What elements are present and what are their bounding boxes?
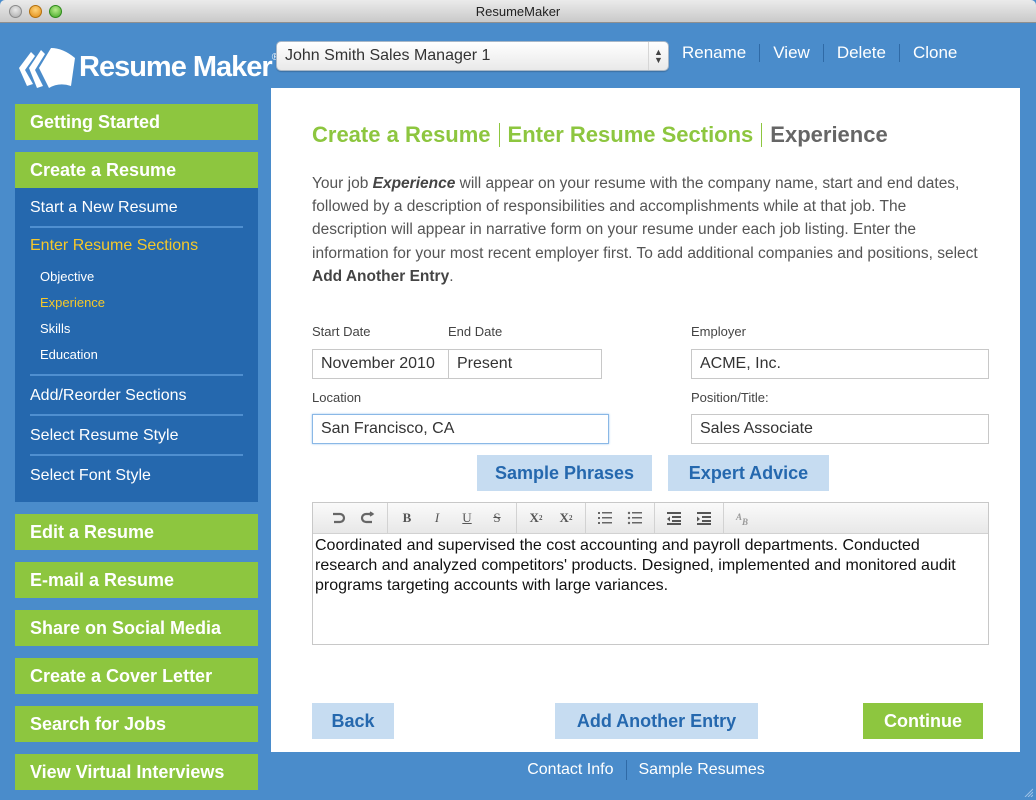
expert-advice-button[interactable]: Expert Advice (668, 455, 829, 491)
description-textarea[interactable]: Coordinated and supervised the cost acco… (313, 534, 988, 598)
resume-actions: Rename View Delete Clone (682, 43, 957, 63)
breadcrumb-divider (498, 123, 500, 147)
logo-pages-icon (19, 48, 75, 88)
subnav-enter-sections: Enter Resume Sections Objective Experien… (30, 228, 243, 376)
strikethrough-icon[interactable]: S (482, 506, 512, 530)
breadcrumb-enter-sections[interactable]: Enter Resume Sections (508, 122, 754, 148)
divider (625, 760, 627, 780)
subscript-icon[interactable]: X2 (521, 506, 551, 530)
subnav-enter-resume-sections[interactable]: Enter Resume Sections (30, 228, 243, 264)
contact-info-link[interactable]: Contact Info (527, 761, 613, 779)
resume-maker-logo: Resume Maker ® (15, 42, 279, 92)
toolbar-group-format: B I U S (388, 503, 517, 533)
logo-text: Resume Maker (79, 50, 273, 83)
subnav-add-reorder-sections[interactable]: Add/Reorder Sections (30, 376, 243, 416)
toolbar-group-script: X2 X2 (517, 503, 586, 533)
resize-grip-icon[interactable] (1023, 787, 1033, 797)
subnav-skills[interactable]: Skills (30, 316, 243, 342)
delete-link[interactable]: Delete (837, 43, 886, 63)
subnav-experience[interactable]: Experience (30, 290, 243, 316)
back-button[interactable]: Back (312, 703, 394, 739)
sidebar-item-email-resume[interactable]: E-mail a Resume (15, 562, 258, 598)
subnav-objective[interactable]: Objective (30, 264, 243, 290)
subnav-start-new-resume[interactable]: Start a New Resume (30, 188, 243, 228)
underline-icon[interactable]: U (452, 506, 482, 530)
view-link[interactable]: View (773, 43, 810, 63)
italic-icon[interactable]: I (422, 506, 452, 530)
end-date-label: End Date (448, 324, 503, 339)
breadcrumb-create-resume[interactable]: Create a Resume (312, 122, 491, 148)
sidebar-item-cover-letter[interactable]: Create a Cover Letter (15, 658, 258, 694)
intro-strong: Add Another Entry (312, 267, 450, 285)
toolbar-group-spell: AB (724, 503, 762, 533)
sidebar-item-create-resume[interactable]: Create a Resume (15, 152, 258, 188)
svg-text:A: A (735, 512, 742, 522)
create-resume-subnav: Start a New Resume Enter Resume Sections… (15, 188, 258, 502)
sidebar-item-getting-started[interactable]: Getting Started (15, 104, 258, 140)
resume-select[interactable]: John Smith Sales Manager 1 ▲ ▼ (276, 41, 669, 71)
subnav-education[interactable]: Education (30, 342, 243, 368)
editor-toolbar: B I U S X2 X2 A B (313, 503, 988, 534)
intro-part: . (449, 267, 454, 285)
superscript-icon[interactable]: X2 (551, 506, 581, 530)
add-another-entry-button[interactable]: Add Another Entry (555, 703, 758, 739)
svg-text:B: B (741, 517, 748, 526)
select-arrows-icon: ▲ ▼ (648, 42, 668, 70)
indent-icon[interactable] (689, 506, 719, 530)
sample-resumes-link[interactable]: Sample Resumes (639, 761, 765, 779)
toolbar-group-indent (655, 503, 724, 533)
main-panel: Create a Resume Enter Resume Sections Ex… (271, 88, 1020, 752)
divider (822, 44, 824, 62)
intro-emphasis: Experience (372, 175, 456, 192)
window-title: ResumeMaker (475, 4, 561, 19)
intro-text: Your job Experience will appear on your … (312, 172, 982, 288)
sidebar-item-edit-resume[interactable]: Edit a Resume (15, 514, 258, 550)
end-date-field[interactable]: Present (448, 349, 602, 379)
sidebar-group-create-resume: Create a Resume Start a New Resume Enter… (15, 152, 258, 502)
redo-icon[interactable] (353, 506, 383, 530)
breadcrumb-divider (761, 123, 763, 147)
divider (898, 44, 900, 62)
description-editor: B I U S X2 X2 A B Coordinated and superv… (312, 502, 989, 645)
employer-label: Employer (691, 324, 746, 339)
subnav-select-font-style[interactable]: Select Font Style (30, 456, 243, 496)
location-field[interactable]: San Francisco, CA (312, 414, 609, 444)
position-field[interactable]: Sales Associate (691, 414, 989, 444)
numbered-list-icon[interactable] (590, 506, 620, 530)
sidebar-nav: Getting Started Create a Resume Start a … (15, 104, 258, 800)
toolbar-group-history (319, 503, 388, 533)
clone-link[interactable]: Clone (913, 43, 957, 63)
undo-icon[interactable] (323, 506, 353, 530)
location-label: Location (312, 390, 362, 405)
sidebar-item-share-social[interactable]: Share on Social Media (15, 610, 258, 646)
app-container: Resume Maker ® John Smith Sales Manager … (0, 24, 1036, 800)
toolbar-group-lists (586, 503, 655, 533)
subnav-select-resume-style[interactable]: Select Resume Style (30, 416, 243, 456)
employer-field[interactable]: ACME, Inc. (691, 349, 989, 379)
footer-links: Contact Info Sample Resumes (0, 760, 1036, 780)
resume-select-value: John Smith Sales Manager 1 (285, 47, 491, 64)
sidebar-item-search-jobs[interactable]: Search for Jobs (15, 706, 258, 742)
outdent-icon[interactable] (659, 506, 689, 530)
position-label: Position/Title: (691, 390, 769, 405)
bold-icon[interactable]: B (392, 506, 422, 530)
window-titlebar: ResumeMaker (0, 0, 1036, 23)
rename-link[interactable]: Rename (682, 43, 746, 63)
continue-button[interactable]: Continue (863, 703, 983, 739)
page-title: Experience (770, 122, 888, 147)
breadcrumb: Create a Resume Enter Resume Sections Ex… (312, 122, 888, 148)
start-date-field[interactable]: November 2010 (312, 349, 449, 379)
sample-phrases-button[interactable]: Sample Phrases (477, 455, 652, 491)
start-date-label: Start Date (312, 324, 371, 339)
divider (759, 44, 761, 62)
spellcheck-icon[interactable]: AB (728, 506, 758, 530)
bulleted-list-icon[interactable] (620, 506, 650, 530)
intro-part: Your job (312, 175, 373, 192)
